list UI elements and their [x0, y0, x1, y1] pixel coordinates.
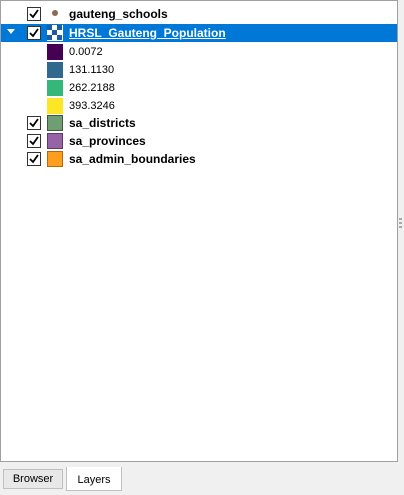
layers-panel: gauteng_schools HRSL_Gauteng_Population … [0, 0, 398, 462]
legend-swatch [47, 62, 63, 78]
legend-swatch [47, 98, 63, 114]
legend-swatch [47, 80, 63, 96]
layer-name: sa_districts [69, 116, 136, 130]
tab-layers[interactable]: Layers [66, 467, 122, 491]
layer-row-gauteng-schools[interactable]: gauteng_schools [1, 5, 397, 23]
splitter-grip-icon [399, 222, 402, 224]
layer-visibility-checkbox[interactable] [27, 26, 41, 40]
layer-row-sa-admin-boundaries[interactable]: sa_admin_boundaries [1, 150, 397, 168]
layer-visibility-checkbox[interactable] [27, 116, 41, 130]
collapse-arrow-icon[interactable] [7, 29, 15, 34]
layer-visibility-checkbox[interactable] [27, 134, 41, 148]
layer-name: sa_admin_boundaries [69, 152, 196, 166]
legend-value: 0.0072 [69, 46, 103, 58]
point-symbol-icon [47, 9, 63, 24]
layer-row-hrsl-gauteng-population[interactable]: HRSL_Gauteng_Population [1, 24, 397, 42]
panel-splitter[interactable] [398, 0, 404, 495]
legend-value: 262.2188 [69, 82, 115, 94]
layer-visibility-checkbox[interactable] [27, 152, 41, 166]
polygon-symbol-icon [47, 151, 63, 170]
splitter-grip-icon [399, 226, 402, 228]
legend-value: 131.1130 [69, 64, 115, 76]
layer-visibility-checkbox[interactable] [27, 7, 41, 21]
tab-browser[interactable]: Browser [3, 469, 63, 489]
legend-swatch [47, 44, 63, 60]
splitter-grip-icon [399, 218, 402, 220]
layer-row-sa-provinces[interactable]: sa_provinces [1, 132, 397, 150]
layer-name: gauteng_schools [69, 7, 168, 21]
layer-row-sa-districts[interactable]: sa_districts [1, 114, 397, 132]
raster-icon [47, 25, 63, 44]
layer-name: HRSL_Gauteng_Population [69, 26, 226, 40]
legend-value: 393.3246 [69, 100, 115, 112]
layer-name: sa_provinces [69, 134, 146, 148]
